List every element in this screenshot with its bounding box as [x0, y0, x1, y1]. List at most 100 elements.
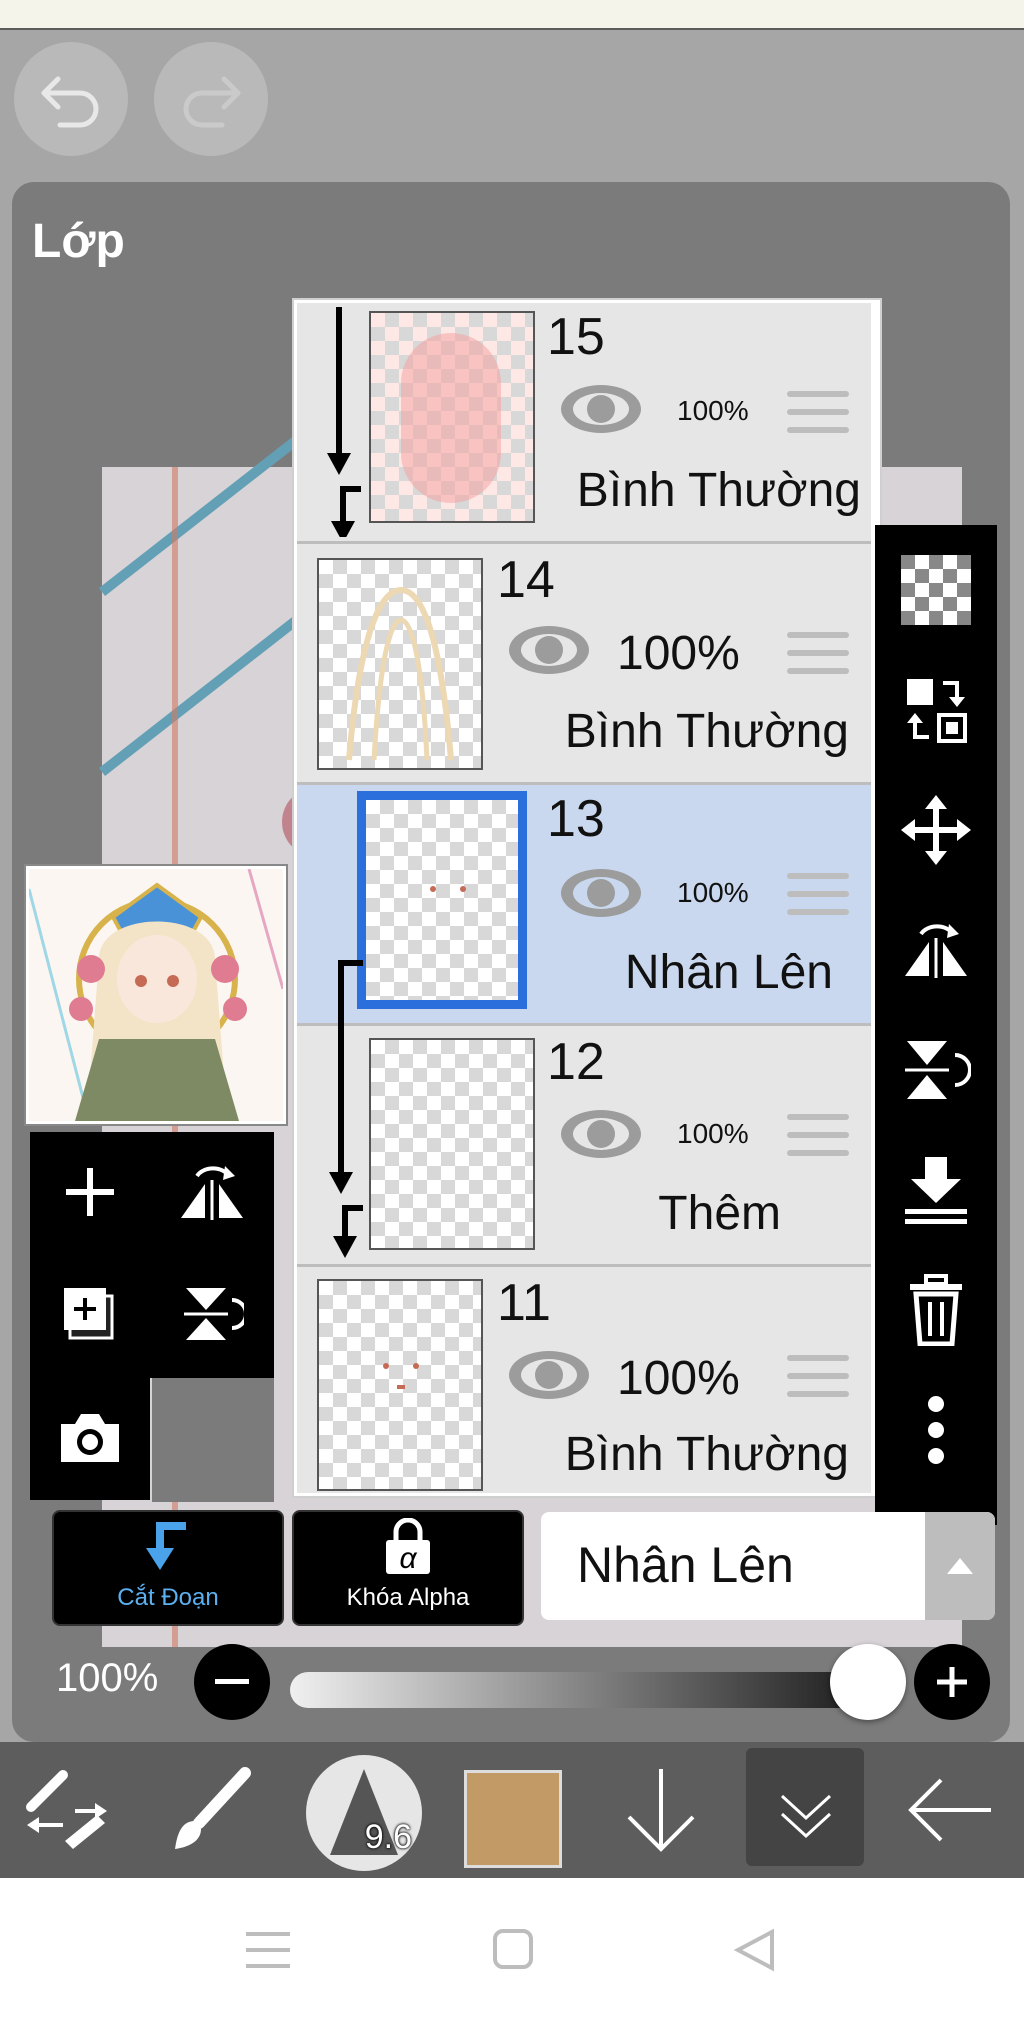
- clip-button[interactable]: Cắt Đoạn: [52, 1510, 284, 1626]
- system-nav-bar: [0, 1878, 1024, 2020]
- brush-tool-button[interactable]: [160, 1742, 260, 1878]
- layer-tools-block: [30, 1132, 274, 1500]
- add-layer-icon: [66, 1168, 114, 1216]
- add-layer-button[interactable]: [30, 1132, 150, 1252]
- undo-button[interactable]: [14, 42, 128, 156]
- eye-icon[interactable]: [507, 624, 591, 676]
- flip-horizontal-layer-button[interactable]: [875, 895, 997, 1005]
- brush-size-button[interactable]: 9.6: [306, 1755, 422, 1871]
- color-swatch[interactable]: [464, 1770, 562, 1868]
- layer-opacity: 100%: [677, 395, 749, 426]
- brush-size-value: 9.6: [364, 1818, 412, 1856]
- camera-button[interactable]: [30, 1376, 150, 1500]
- layer-number: 14: [497, 551, 555, 609]
- drag-handle-icon[interactable]: [787, 1355, 849, 1409]
- layer-row-selected[interactable]: 13 100% Nhân Lên: [297, 785, 871, 1035]
- brush-icon: [175, 1767, 251, 1849]
- layer-list[interactable]: 15 100% Bình Thường 14 100% Bình Thường …: [294, 300, 880, 1496]
- layer-panel: Lớp 15 100% Bình Thường 14 100% Bình Thư…: [12, 182, 1010, 1742]
- move-button[interactable]: [875, 775, 997, 885]
- transform-icon: [26, 1770, 107, 1849]
- back-icon: [908, 1778, 991, 1842]
- minus-icon: [215, 1679, 249, 1684]
- back-button[interactable]: [890, 1742, 1010, 1878]
- flip-horizontal-button[interactable]: [152, 1132, 272, 1252]
- drag-handle-icon[interactable]: [787, 1114, 849, 1168]
- drag-handle-icon[interactable]: [787, 632, 849, 686]
- layer-actions-toolbar: [875, 525, 997, 1525]
- flip-h-icon: [905, 924, 967, 978]
- plus-icon: [937, 1667, 967, 1697]
- alpha-lock-button[interactable]: α Khóa Alpha: [292, 1510, 524, 1626]
- layer-blend-mode: Bình Thường: [564, 1428, 849, 1481]
- checker-icon: [901, 555, 971, 625]
- blend-mode-dropdown[interactable]: [925, 1512, 995, 1620]
- character-artwork: [29, 869, 283, 1121]
- back-nav-icon[interactable]: [732, 1928, 776, 1972]
- layer-thumbnail[interactable]: [369, 1038, 535, 1250]
- canvas-preview[interactable]: [26, 866, 286, 1124]
- layer-thumbnail[interactable]: [317, 1279, 483, 1491]
- opacity-slider-knob[interactable]: [830, 1644, 906, 1720]
- merge-down-button[interactable]: [875, 1135, 997, 1245]
- opacity-slider[interactable]: [290, 1672, 870, 1708]
- flip-vertical-button[interactable]: [152, 1254, 272, 1374]
- collapse-panel-button[interactable]: [746, 1748, 864, 1866]
- clip-label: Cắt Đoạn: [117, 1584, 219, 1611]
- eye-icon[interactable]: [507, 1349, 591, 1401]
- undo-icon: [41, 76, 99, 128]
- add-copy-layer-button[interactable]: [30, 1254, 150, 1374]
- layer-number: 13: [547, 790, 605, 848]
- chevron-up-icon: [947, 1558, 973, 1574]
- drag-handle-icon[interactable]: [787, 873, 849, 927]
- flip-v-icon: [184, 1288, 244, 1340]
- transform-tool-button[interactable]: [18, 1742, 118, 1878]
- eye-icon[interactable]: [559, 383, 643, 435]
- layer-opacity: 100%: [677, 877, 749, 908]
- opacity-increase-button[interactable]: [914, 1644, 990, 1720]
- layer-number: 11: [497, 1274, 551, 1332]
- flip-vertical-layer-button[interactable]: [875, 1015, 997, 1125]
- delete-layer-button[interactable]: [875, 1255, 997, 1365]
- layer-row[interactable]: 15 100% Bình Thường: [297, 303, 871, 544]
- move-icon: [901, 795, 971, 865]
- arrow-down-icon: [627, 1769, 695, 1852]
- menu-nav-icon[interactable]: [246, 1930, 290, 1970]
- blend-mode-select[interactable]: Nhân Lên: [541, 1512, 995, 1620]
- merge-down-icon: [905, 1157, 967, 1224]
- alpha-symbol: α: [399, 1542, 417, 1575]
- double-chevron-down-icon: [780, 1794, 832, 1839]
- layer-blend-mode: Bình Thường: [564, 705, 849, 758]
- panel-title: Lớp: [32, 215, 125, 268]
- clip-arrow-icon: [338, 960, 363, 1035]
- layer-row[interactable]: 11 100% Bình Thường: [297, 1267, 871, 1493]
- layer-thumbnail[interactable]: [369, 311, 535, 523]
- flip-h-icon: [181, 1166, 243, 1220]
- redo-icon: [183, 76, 241, 128]
- move-down-button[interactable]: [606, 1742, 716, 1878]
- redo-button[interactable]: [154, 42, 268, 156]
- opacity-value: 100%: [56, 1656, 159, 1700]
- blend-mode-value: Nhân Lên: [577, 1537, 794, 1593]
- eye-icon[interactable]: [559, 1108, 643, 1160]
- transfer-button[interactable]: [875, 655, 997, 765]
- drag-handle-icon[interactable]: [787, 391, 849, 445]
- layer-blend-mode: Thêm: [658, 1187, 781, 1240]
- opacity-decrease-button[interactable]: [194, 1644, 270, 1720]
- layer-number: 12: [547, 1033, 605, 1091]
- add-layer-copy-icon: [64, 1288, 114, 1340]
- transfer-icon: [907, 679, 967, 743]
- clip-icon: [146, 1522, 186, 1570]
- home-nav-icon[interactable]: [492, 1928, 534, 1970]
- layer-row[interactable]: 12 100% Thêm: [297, 1026, 871, 1267]
- more-options-button[interactable]: [875, 1375, 997, 1485]
- transparent-fill-button[interactable]: [875, 535, 997, 645]
- eye-icon[interactable]: [559, 867, 643, 919]
- layer-number: 15: [547, 308, 605, 366]
- camera-icon: [61, 1414, 119, 1462]
- alpha-lock-label: Khóa Alpha: [346, 1584, 470, 1611]
- layer-row[interactable]: 14 100% Bình Thường: [297, 544, 871, 785]
- layer-blend-mode: Nhân Lên: [624, 946, 833, 999]
- layer-thumbnail[interactable]: [357, 791, 527, 1009]
- layer-thumbnail[interactable]: [317, 558, 483, 770]
